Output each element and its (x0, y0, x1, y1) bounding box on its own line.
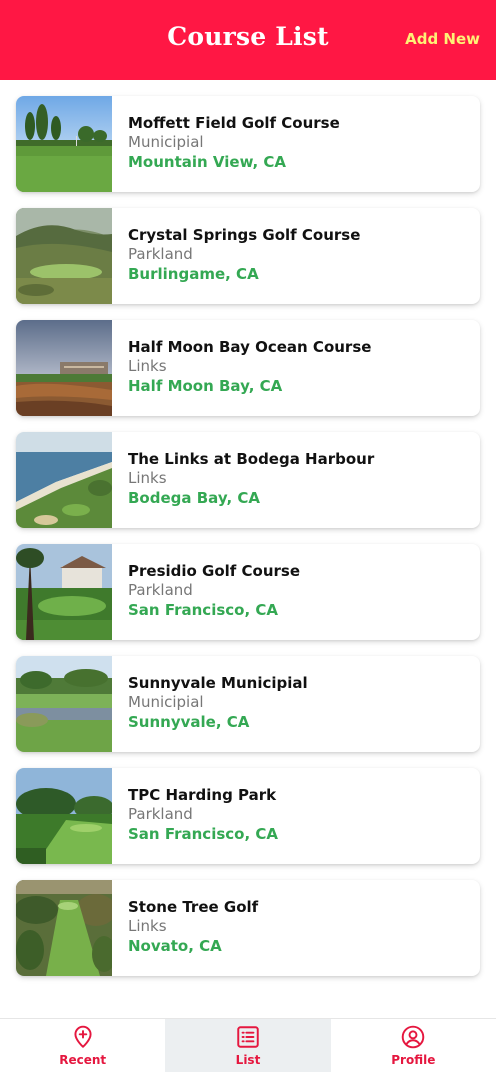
list-icon (237, 1026, 259, 1048)
add-new-button[interactable]: Add New (405, 30, 480, 48)
course-card[interactable]: Sunnyvale Municipial Municipial Sunnyval… (16, 656, 480, 752)
course-info: Sunnyvale Municipial Municipial Sunnyval… (128, 673, 472, 732)
tab-recent-label: Recent (59, 1053, 107, 1067)
course-card[interactable]: Moffett Field Golf Course Municipial Mou… (16, 96, 480, 192)
course-type: Links (128, 469, 167, 487)
course-location: Burlingame, CA (128, 265, 259, 283)
app-screen: Course List Add New Moffett Field Golf C… (0, 0, 496, 1072)
course-card[interactable]: Stone Tree Golf Links Novato, CA (16, 880, 480, 976)
course-name: Half Moon Bay Ocean Course (128, 338, 372, 356)
course-card[interactable]: The Links at Bodega Harbour Links Bodega… (16, 432, 480, 528)
course-type: Links (128, 917, 167, 935)
user-circle-icon (402, 1025, 425, 1049)
course-photo (16, 768, 112, 864)
course-photo (16, 320, 112, 416)
bottom-tab-bar: Recent List Profile (0, 1018, 496, 1072)
course-list: Moffett Field Golf Course Municipial Mou… (16, 96, 480, 992)
course-info: Moffett Field Golf Course Municipial Mou… (128, 113, 472, 172)
course-card[interactable]: Crystal Springs Golf Course Parkland Bur… (16, 208, 480, 304)
course-name: Presidio Golf Course (128, 562, 301, 580)
course-location: San Francisco, CA (128, 601, 279, 619)
course-type: Parkland (128, 805, 193, 823)
tab-list[interactable]: List (165, 1019, 331, 1072)
course-info: Stone Tree Golf Links Novato, CA (128, 897, 472, 956)
course-photo (16, 96, 112, 192)
course-type: Municipial (128, 693, 204, 711)
course-name: Stone Tree Golf (128, 898, 259, 916)
course-photo (16, 880, 112, 976)
course-location: Mountain View, CA (128, 153, 287, 171)
course-location: San Francisco, CA (128, 825, 279, 843)
course-photo (16, 656, 112, 752)
course-name: Crystal Springs Golf Course (128, 226, 361, 244)
course-photo (16, 544, 112, 640)
course-photo (16, 208, 112, 304)
course-card[interactable]: TPC Harding Park Parkland San Francisco,… (16, 768, 480, 864)
tab-profile[interactable]: Profile (331, 1019, 496, 1072)
course-name: TPC Harding Park (128, 786, 277, 804)
course-type: Links (128, 357, 167, 375)
course-info: Presidio Golf Course Parkland San Franci… (128, 561, 472, 620)
map-pin-plus-icon (74, 1025, 92, 1048)
course-info: The Links at Bodega Harbour Links Bodega… (128, 449, 472, 508)
course-info: TPC Harding Park Parkland San Francisco,… (128, 785, 472, 844)
course-card[interactable]: Half Moon Bay Ocean Course Links Half Mo… (16, 320, 480, 416)
tab-recent[interactable]: Recent (0, 1019, 165, 1072)
course-type: Parkland (128, 245, 193, 263)
course-name: The Links at Bodega Harbour (128, 450, 375, 468)
app-header: Course List Add New (0, 0, 496, 80)
course-name: Sunnyvale Municipial (128, 674, 308, 692)
tab-profile-label: Profile (391, 1053, 436, 1067)
course-type: Municipial (128, 133, 204, 151)
tab-list-label: List (235, 1053, 261, 1067)
course-location: Bodega Bay, CA (128, 489, 260, 507)
course-type: Parkland (128, 581, 193, 599)
course-info: Half Moon Bay Ocean Course Links Half Mo… (128, 337, 472, 396)
course-name: Moffett Field Golf Course (128, 114, 340, 132)
course-info: Crystal Springs Golf Course Parkland Bur… (128, 225, 472, 284)
course-location: Half Moon Bay, CA (128, 377, 283, 395)
course-location: Novato, CA (128, 937, 222, 955)
course-location: Sunnyvale, CA (128, 713, 250, 731)
course-card[interactable]: Presidio Golf Course Parkland San Franci… (16, 544, 480, 640)
course-photo (16, 432, 112, 528)
